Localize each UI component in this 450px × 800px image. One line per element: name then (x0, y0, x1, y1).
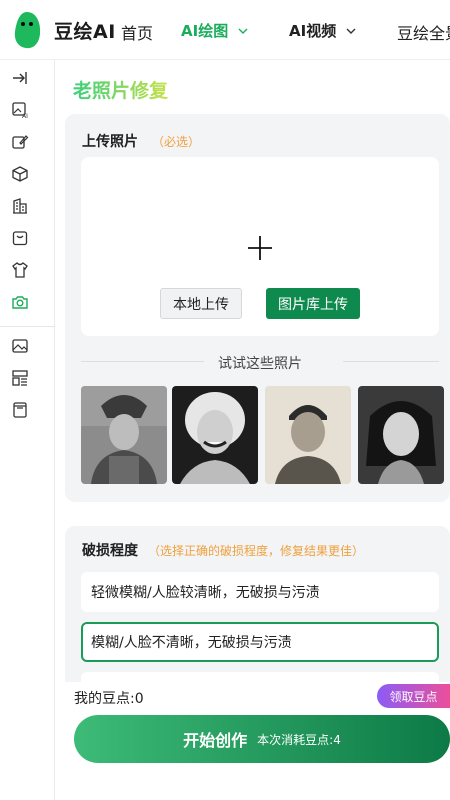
nav-ai-video-label: AI视频 (289, 22, 337, 40)
sample-photo-1 (81, 386, 167, 484)
nav-ai-video[interactable]: AI视频 (289, 20, 356, 41)
beans-balance: 我的豆点:0 (74, 691, 144, 707)
local-upload-button[interactable]: 本地上传 (160, 288, 242, 319)
top-header: 豆绘AI 首页 AI绘图 AI视频 豆绘全景 (0, 0, 450, 60)
plus-icon[interactable] (247, 235, 273, 261)
layout-icon[interactable] (10, 368, 30, 388)
start-create-button[interactable]: 开始创作 本次消耗豆点:4 (74, 715, 450, 763)
shirt-icon[interactable] (10, 260, 30, 280)
camera-icon[interactable] (10, 292, 30, 312)
edit-image-icon[interactable] (10, 132, 30, 152)
chevron-down-icon (346, 28, 356, 34)
building-icon[interactable] (10, 196, 30, 216)
ai-image-icon[interactable]: AI (10, 100, 30, 120)
damage-option-blurry[interactable]: 模糊/人脸不清晰，无破损与污渍 (81, 622, 439, 662)
nav-panorama[interactable]: 豆绘全景 (397, 20, 450, 44)
start-create-label: 开始创作 (183, 731, 248, 750)
bag-icon[interactable] (10, 228, 30, 248)
divider-line (343, 361, 439, 362)
try-samples-label: 试试这些照片 (218, 356, 302, 372)
nav-ai-paint-label: AI绘图 (181, 22, 229, 40)
divider-line (81, 361, 204, 362)
svg-text:AI: AI (22, 113, 28, 119)
sidebar-divider (0, 326, 55, 327)
sample-photo-3 (265, 386, 351, 484)
upload-label: 上传照片 (82, 134, 138, 150)
page-title: 老照片修复 (73, 76, 168, 103)
document-icon[interactable] (10, 400, 30, 420)
damage-hint: （选择正确的破损程度，修复结果更佳） (148, 544, 365, 558)
sample-photo-4 (358, 386, 444, 484)
chevron-down-icon (238, 28, 248, 34)
collapse-icon[interactable] (10, 68, 30, 88)
nav-home[interactable]: 首页 (121, 20, 153, 44)
gallery-upload-button[interactable]: 图片库上传 (266, 288, 360, 319)
damage-title: 破损程度 (82, 543, 138, 559)
sample-photo[interactable] (172, 386, 258, 484)
sidebar: AI (0, 60, 55, 800)
cost-text: 本次消耗豆点:4 (257, 732, 341, 747)
nav-ai-paint[interactable]: AI绘图 (181, 20, 248, 41)
bean-logo-icon[interactable] (12, 10, 42, 50)
claim-beans-button[interactable]: 领取豆点 (377, 684, 450, 708)
damage-option-light[interactable]: 轻微模糊/人脸较清晰，无破损与污渍 (81, 572, 439, 612)
sample-photo[interactable] (265, 386, 351, 484)
sample-photo[interactable] (81, 386, 167, 484)
brand-name[interactable]: 豆绘AI (54, 17, 116, 44)
sample-photo-2 (172, 386, 258, 484)
gallery-icon[interactable] (10, 336, 30, 356)
required-hint: （必选） (152, 135, 201, 149)
cube-icon[interactable] (10, 164, 30, 184)
sample-photo[interactable] (358, 386, 444, 484)
